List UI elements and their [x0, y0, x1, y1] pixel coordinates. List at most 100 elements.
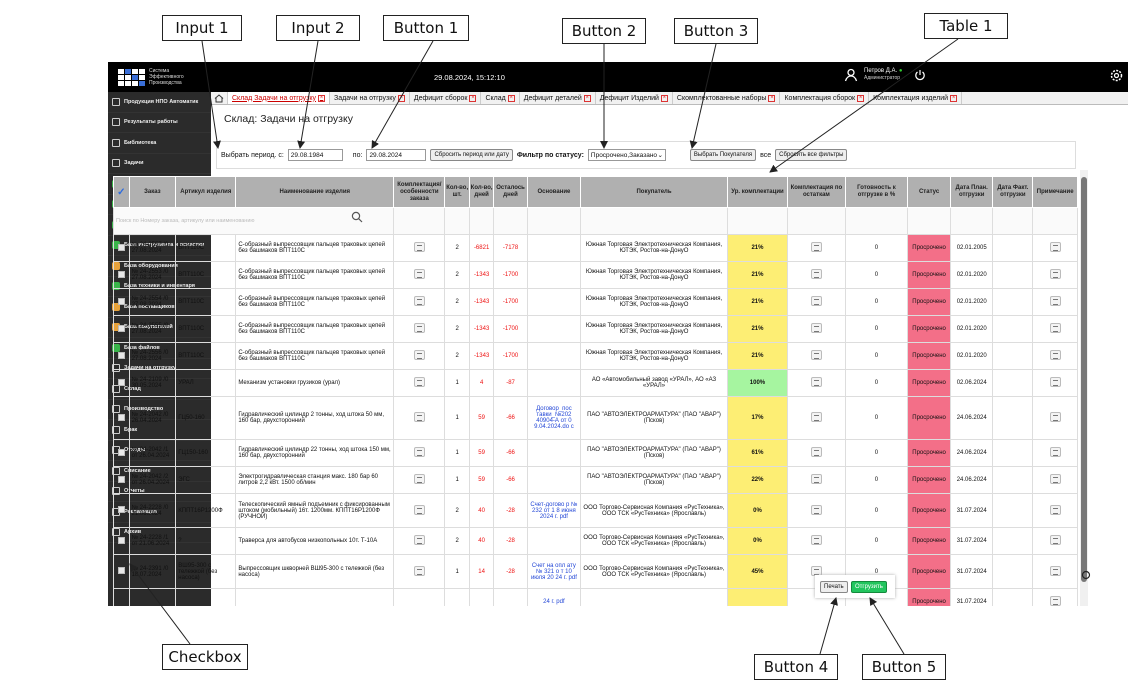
order-details-icon[interactable] — [413, 535, 425, 545]
close-tab-icon[interactable]: × — [397, 94, 405, 102]
order-details-icon[interactable] — [413, 412, 425, 422]
basis-link[interactable]: 24 г. pdf — [526, 588, 582, 606]
product-name: С-образный выпрессовщик пальцев траковых… — [235, 342, 395, 370]
column-header: Кол-во, шт. — [444, 176, 470, 208]
stock-completion-icon[interactable] — [810, 565, 822, 576]
product-name: Выпрессовщик шкворней ВШ95-300 с тележко… — [235, 554, 395, 589]
close-tab-icon[interactable]: × — [660, 94, 668, 102]
close-tab-icon[interactable]: × — [469, 94, 477, 102]
note-icon[interactable] — [1049, 535, 1061, 545]
order-details-icon[interactable] — [413, 377, 425, 387]
settings-gear-icon[interactable] — [1110, 69, 1123, 84]
tab-5[interactable]: Дефицит Изделий × — [596, 92, 673, 104]
note-icon[interactable] — [1049, 377, 1061, 387]
scrollbar-thumb[interactable] — [1081, 177, 1087, 582]
stock-completion-icon[interactable] — [810, 242, 822, 252]
close-tab-icon[interactable]: × — [950, 94, 958, 102]
row-checkbox[interactable] — [117, 297, 125, 305]
reset-all-filters-button[interactable]: Сбросить все фильтры — [775, 149, 848, 161]
tab-7[interactable]: Комплектация сборок × — [780, 92, 870, 104]
note-icon[interactable] — [1049, 565, 1061, 576]
order-details-icon[interactable] — [413, 242, 425, 252]
action-panel: Печать Отгрузить — [815, 575, 895, 598]
search-icon[interactable] — [351, 211, 363, 225]
chat-bubble-icon[interactable] — [1081, 570, 1091, 580]
sidebar-item-2[interactable]: Библиотека — [108, 133, 211, 154]
note-icon[interactable] — [1049, 323, 1061, 333]
stock-completion-icon[interactable] — [810, 350, 822, 360]
order-details-icon[interactable] — [413, 296, 425, 306]
tab-1[interactable]: Задачи на отгрузку × — [330, 92, 410, 104]
close-tab-icon[interactable]: × — [507, 94, 515, 102]
column-header: Примечание — [1032, 176, 1078, 208]
stock-completion-icon[interactable] — [810, 504, 822, 515]
stock-completion-icon[interactable] — [810, 377, 822, 387]
order-details-icon[interactable] — [413, 447, 425, 457]
close-tab-icon[interactable]: × — [583, 94, 591, 102]
row-checkbox[interactable] — [117, 475, 125, 483]
sidebar-item-3[interactable]: Задачи — [108, 154, 211, 174]
row-checkbox[interactable] — [117, 536, 125, 544]
basis-link[interactable]: Счет-догово р № 232 от 1 8 июня 2024 г. … — [526, 493, 582, 528]
note-icon[interactable] — [1049, 412, 1061, 422]
status-filter-select[interactable]: Просрочено,Заказано ⌄ — [587, 149, 666, 161]
sidebar-item-1[interactable]: Результаты работы — [108, 113, 211, 133]
basis-link[interactable]: Счет на опл ату № 321 о т 10 июля 20 24 … — [526, 554, 582, 589]
sidebar-item-0[interactable]: Продукция НПО Автоматик — [108, 92, 211, 113]
app-logo[interactable]: Система Эффективного Производства — [118, 68, 184, 86]
select-all-check-icon[interactable]: ✓ — [113, 176, 130, 208]
stock-completion-icon[interactable] — [810, 535, 822, 545]
order-details-icon[interactable] — [413, 269, 425, 279]
user-icon[interactable] — [844, 68, 858, 82]
date-to-input[interactable]: 29.08.2024 — [366, 149, 427, 161]
tab-0[interactable]: Склад Задачи на отгрузку × — [228, 92, 331, 104]
note-icon[interactable] — [1049, 269, 1061, 279]
reset-period-button[interactable]: Сбросить период или дату — [430, 149, 513, 161]
logout-icon[interactable] — [914, 69, 926, 83]
row-checkbox[interactable] — [117, 567, 125, 574]
choose-buyer-button[interactable]: Выбрать Покупателя — [689, 149, 757, 161]
order-details-icon[interactable] — [413, 565, 425, 576]
note-icon[interactable] — [1049, 474, 1061, 484]
row-checkbox[interactable] — [117, 243, 125, 251]
row-checkbox[interactable] — [117, 506, 125, 513]
close-tab-icon[interactable]: × — [318, 94, 326, 102]
row-checkbox[interactable] — [117, 351, 125, 359]
row-checkbox[interactable] — [117, 270, 125, 278]
basis-link[interactable]: Договор_пос тавки_№202 40904-А от 0 9.04… — [526, 396, 582, 440]
note-icon[interactable] — [1049, 242, 1061, 252]
stock-completion-icon[interactable] — [810, 474, 822, 484]
order-details-icon[interactable] — [413, 323, 425, 333]
row-checkbox[interactable] — [117, 413, 125, 421]
order-details-icon[interactable] — [413, 504, 425, 515]
note-icon[interactable] — [1049, 504, 1061, 515]
tab-6[interactable]: Скомплектованные наборы × — [673, 92, 781, 104]
print-button[interactable]: Печать — [820, 581, 848, 593]
order-details-icon[interactable] — [413, 350, 425, 360]
basis-link — [526, 234, 582, 262]
stock-completion-icon[interactable] — [810, 412, 822, 422]
row-checkbox[interactable] — [117, 448, 125, 456]
note-icon[interactable] — [1049, 296, 1061, 306]
note-icon[interactable] — [1049, 447, 1061, 457]
stock-completion-icon[interactable] — [810, 269, 822, 279]
stock-completion-icon[interactable] — [810, 447, 822, 457]
close-tab-icon[interactable]: × — [768, 94, 776, 102]
date-from-input[interactable]: 29.08.1984 — [287, 149, 343, 161]
row-checkbox[interactable] — [117, 324, 125, 332]
tab-4[interactable]: Дефицит деталей × — [520, 92, 596, 104]
note-icon[interactable] — [1049, 596, 1061, 606]
tab-2[interactable]: Дефицит сборок × — [410, 92, 482, 104]
table-search-input[interactable]: Поиск по Номеру заказа, артикулу или наи… — [113, 207, 395, 235]
note-icon[interactable] — [1049, 350, 1061, 360]
tab-3[interactable]: Склад × — [481, 92, 520, 104]
order-details-icon[interactable] — [413, 474, 425, 484]
annotation-input1: Input 1 — [162, 15, 242, 41]
ship-button[interactable]: Отгрузить — [851, 581, 887, 593]
tab-8[interactable]: Комплектация изделий × — [869, 92, 963, 104]
stock-completion-icon[interactable] — [810, 323, 822, 333]
stock-completion-icon[interactable] — [810, 296, 822, 306]
close-tab-icon[interactable]: × — [857, 94, 865, 102]
home-icon[interactable] — [211, 92, 228, 104]
row-checkbox[interactable] — [117, 378, 125, 386]
